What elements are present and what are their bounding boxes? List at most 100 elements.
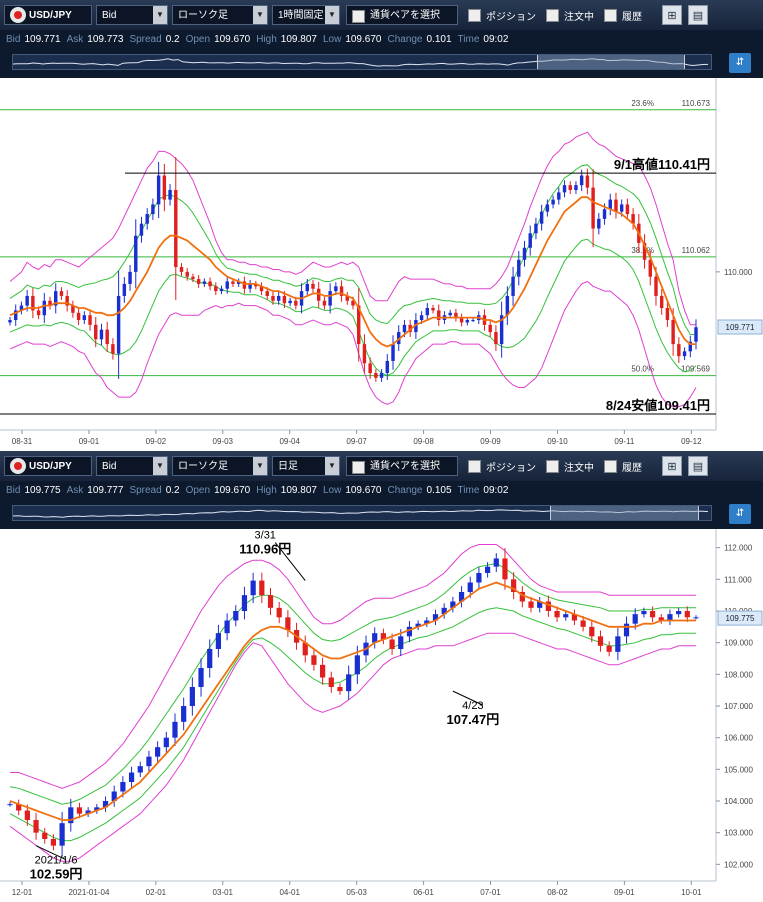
candle-body xyxy=(671,320,675,345)
chart-type-select[interactable]: ローソク足 ▼ xyxy=(172,456,268,476)
navigator-selection[interactable] xyxy=(550,506,700,520)
ask-value: 109.773 xyxy=(87,33,124,45)
history-toggle[interactable]: 履歴 xyxy=(604,8,642,23)
chart-panel-hourly: USD/JPY Bid ▼ ローソク足 ▼ 1時間固定 ▼ 通貨ペアを選択 ポジション… xyxy=(0,0,763,451)
candle-body xyxy=(231,281,235,284)
dropdown-arrow-icon: ▼ xyxy=(253,6,267,24)
candle-body xyxy=(368,363,372,374)
orders-toggle[interactable]: 注文中 xyxy=(546,8,594,23)
orders-label: 注文中 xyxy=(564,11,594,23)
timeframe-select[interactable]: 日足 ▼ xyxy=(272,456,340,476)
candle-body xyxy=(328,677,334,687)
navigator-toggle-icon[interactable]: ⇵ xyxy=(729,504,751,524)
currency-pair-label: USD/JPY xyxy=(29,461,72,472)
checkbox-icon xyxy=(352,9,365,23)
time-tick-label: 04-01 xyxy=(279,888,300,897)
candle-body xyxy=(389,639,395,649)
candle-body xyxy=(625,204,630,215)
candle-body xyxy=(305,283,309,292)
navigator-track[interactable] xyxy=(12,54,712,70)
candle-body xyxy=(694,327,698,342)
candle-body xyxy=(168,189,172,200)
layout-icon[interactable]: ▤ xyxy=(688,456,708,476)
candle-body xyxy=(99,329,104,340)
candle-body xyxy=(448,312,452,316)
candle-body xyxy=(42,832,48,839)
checkbox-icon xyxy=(468,8,481,22)
dropdown-arrow-icon: ▼ xyxy=(153,457,167,475)
change-value: 0.105 xyxy=(426,484,452,496)
time-tick-label: 09-11 xyxy=(614,437,634,446)
positions-toggle[interactable]: ポジション xyxy=(468,8,536,23)
annotation-date-label: 2021/1/6 xyxy=(35,855,78,867)
candle-body xyxy=(484,566,491,573)
candle-body xyxy=(579,175,584,186)
checkbox-icon xyxy=(604,8,617,22)
candle-body xyxy=(574,185,578,190)
navigator-track[interactable] xyxy=(12,505,712,521)
positions-toggle[interactable]: ポジション xyxy=(468,459,536,474)
timeframe-select[interactable]: 1時間固定 ▼ xyxy=(272,5,340,25)
candle-body xyxy=(282,295,287,304)
spread-value: 0.2 xyxy=(165,33,180,45)
time-tick-label: 09-04 xyxy=(279,437,300,446)
candle-body xyxy=(259,580,265,596)
chart-type-label: ローソク足 xyxy=(178,10,228,21)
candle-body xyxy=(528,233,532,248)
price-type-select[interactable]: Bid ▼ xyxy=(96,456,168,476)
candle-body xyxy=(241,595,248,611)
candle-body xyxy=(172,721,178,738)
navigator-selection[interactable] xyxy=(536,55,686,69)
currency-pair-select[interactable]: USD/JPY xyxy=(4,5,92,25)
history-toggle[interactable]: 履歴 xyxy=(604,459,642,474)
candle-body xyxy=(641,611,647,615)
time-tick-label: 02-01 xyxy=(146,888,167,897)
time-tick-label: 09-10 xyxy=(547,437,568,446)
open-label: Open xyxy=(185,33,211,45)
chart-type-select[interactable]: ローソク足 ▼ xyxy=(172,5,268,25)
dropdown-arrow-icon: ▼ xyxy=(325,6,339,24)
candle-body xyxy=(50,839,57,846)
orders-toggle[interactable]: 注文中 xyxy=(546,459,594,474)
currency-pair-select[interactable]: USD/JPY xyxy=(4,456,92,476)
candle-body xyxy=(580,620,586,627)
candle-body xyxy=(322,300,327,306)
chart-settings-icon[interactable]: ⊞ xyxy=(662,5,682,25)
fibonacci-percent-label: 23.6% xyxy=(631,99,654,108)
positions-label: ポジション xyxy=(486,11,536,23)
change-label: Change xyxy=(387,33,423,45)
time-tick-label: 06-01 xyxy=(413,888,434,897)
high-label: High xyxy=(256,484,277,496)
candle-body xyxy=(122,283,127,296)
checkbox-icon xyxy=(546,8,559,22)
price-tick-label: 104.000 xyxy=(724,797,753,806)
layout-icon[interactable]: ▤ xyxy=(688,5,708,25)
dropdown-arrow-icon: ▼ xyxy=(153,6,167,24)
candle-body xyxy=(219,288,224,292)
pair-select-button[interactable]: 通貨ペアを選択 xyxy=(346,456,458,476)
candle-body xyxy=(208,281,212,287)
annotation-price-label: 110.96円 xyxy=(239,542,291,557)
chart-settings-icon[interactable]: ⊞ xyxy=(662,456,682,476)
annotation-date-label: 3/31 xyxy=(255,530,276,542)
candle-body xyxy=(82,315,87,321)
timeframe-label: 1時間固定 xyxy=(278,10,324,21)
pair-select-button[interactable]: 通貨ペアを選択 xyxy=(346,5,458,25)
candle-body xyxy=(155,747,161,757)
candle-body xyxy=(224,620,230,634)
navigator-toggle-icon[interactable]: ⇵ xyxy=(729,53,751,73)
candle-body xyxy=(649,611,656,618)
bid-label: Bid xyxy=(6,33,21,45)
high-value: 109.807 xyxy=(280,33,317,45)
candle-body xyxy=(120,782,126,792)
price-type-select[interactable]: Bid ▼ xyxy=(96,5,168,25)
candle-body xyxy=(7,804,13,806)
time-tick-label: 12-01 xyxy=(12,888,33,897)
candle-body xyxy=(589,626,595,637)
candle-body xyxy=(684,611,690,618)
bid-value: 109.775 xyxy=(24,484,61,496)
candle-body xyxy=(476,573,482,583)
candle-body xyxy=(554,611,560,618)
annotation-price-label: 107.47円 xyxy=(446,712,499,727)
time-tick-label: 09-03 xyxy=(213,437,234,446)
